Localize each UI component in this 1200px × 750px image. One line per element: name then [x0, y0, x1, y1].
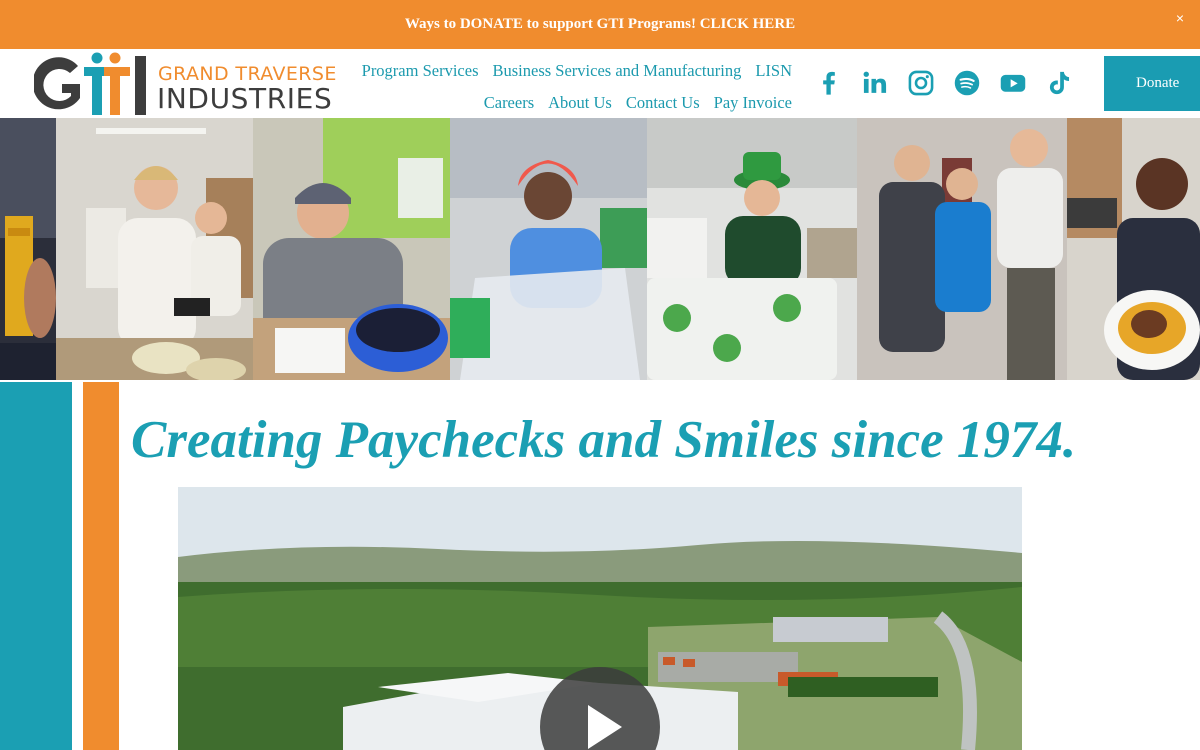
- play-button[interactable]: [540, 667, 660, 750]
- photo-group-of-three: [857, 118, 1067, 380]
- nav-careers[interactable]: Careers: [484, 93, 534, 113]
- hero-headline: Creating Paychecks and Smiles since 1974…: [131, 411, 1077, 469]
- close-icon[interactable]: ×: [1176, 10, 1184, 26]
- social-links: [815, 67, 1073, 99]
- orange-accent-stripe: [83, 382, 119, 750]
- nav-about-us[interactable]: About Us: [548, 93, 612, 113]
- spotify-icon[interactable]: [953, 67, 981, 99]
- nav-lisn[interactable]: LISN: [755, 61, 792, 81]
- photo-strip: [0, 118, 1200, 380]
- nav-contact-us[interactable]: Contact Us: [626, 93, 700, 113]
- photo-sorting-blueberries: [253, 118, 450, 380]
- site-header: GRAND TRAVERSE INDUSTRIES Program Servic…: [0, 49, 1200, 118]
- video-player[interactable]: [178, 487, 1022, 750]
- nav-pay-invoice[interactable]: Pay Invoice: [714, 93, 792, 113]
- nav-row-1: Program Services Business Services and M…: [360, 55, 792, 87]
- teal-accent-stripe: [0, 382, 72, 750]
- linkedin-icon[interactable]: [861, 67, 889, 99]
- tiktok-icon[interactable]: [1045, 67, 1073, 99]
- youtube-icon[interactable]: [999, 67, 1027, 99]
- nav-row-2: Careers About Us Contact Us Pay Invoice: [360, 87, 792, 119]
- photo-kitchen-workers: [56, 118, 253, 380]
- photo-warehouse-green-hat: [647, 118, 857, 380]
- facebook-icon[interactable]: [815, 67, 843, 99]
- photo-chef-plate: [1067, 118, 1200, 380]
- logo-line-2: INDUSTRIES: [157, 82, 333, 115]
- gti-logo-mark: [34, 52, 146, 115]
- instagram-icon[interactable]: [907, 67, 935, 99]
- photo-bagging-station: [450, 118, 647, 380]
- main-nav: Program Services Business Services and M…: [360, 55, 792, 119]
- play-icon: [588, 705, 622, 749]
- photo-ribbon-award: [0, 118, 56, 380]
- donate-announcement-link[interactable]: Ways to DONATE to support GTI Programs! …: [405, 16, 795, 33]
- nav-business-services[interactable]: Business Services and Manufacturing: [493, 61, 742, 81]
- logo[interactable]: GRAND TRAVERSE INDUSTRIES: [34, 52, 339, 116]
- donate-button[interactable]: Donate: [1104, 56, 1200, 111]
- announcement-bar: Ways to DONATE to support GTI Programs! …: [0, 0, 1200, 49]
- nav-program-services[interactable]: Program Services: [362, 61, 479, 81]
